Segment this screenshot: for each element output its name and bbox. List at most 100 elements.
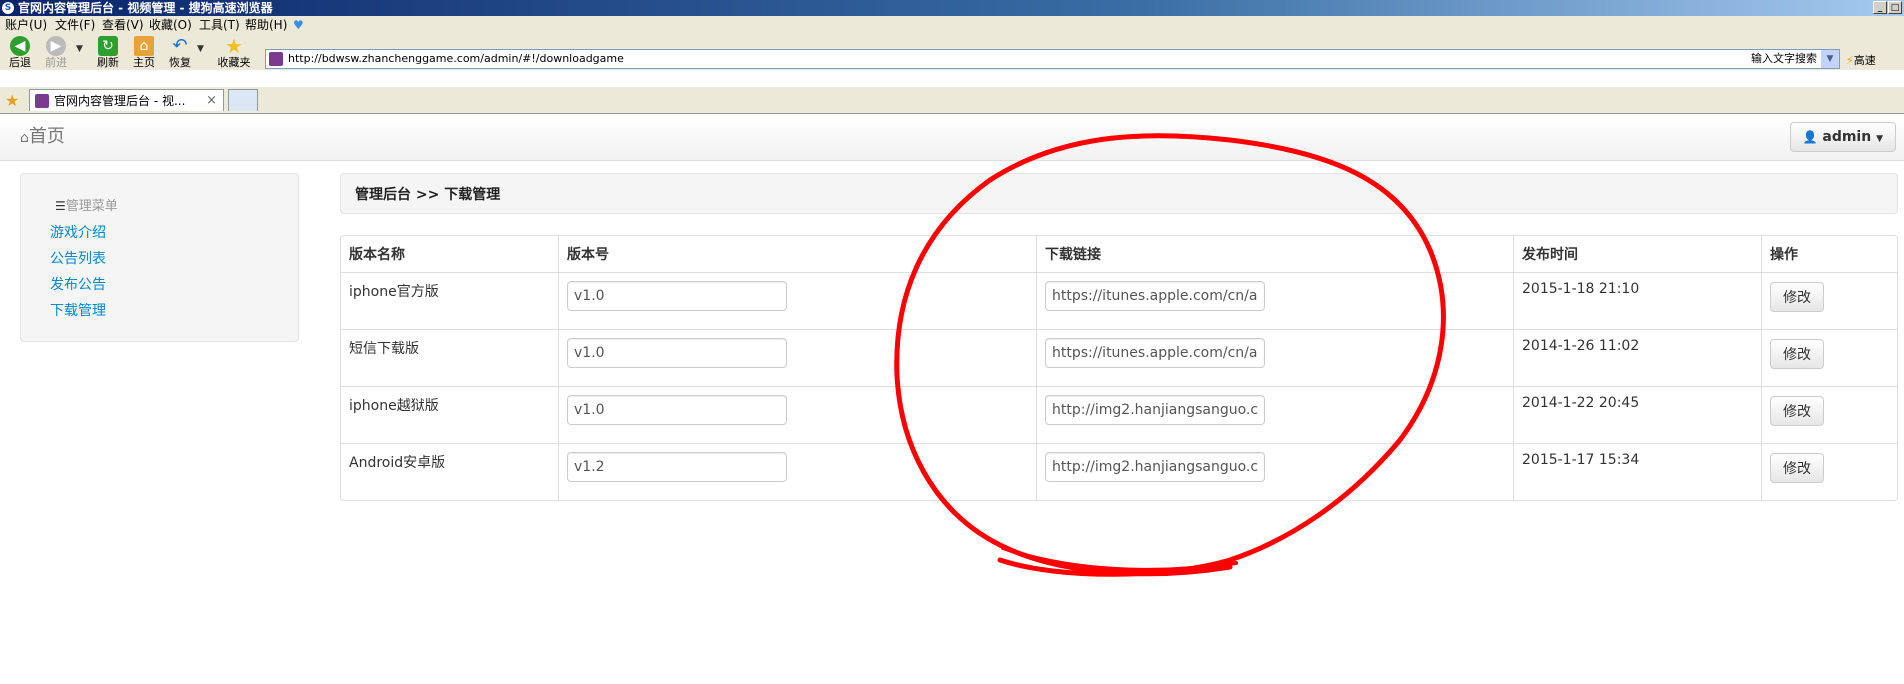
row-time: 2015-1-17 15:34 xyxy=(1513,443,1761,500)
menu-account[interactable]: 账户(U) xyxy=(5,16,47,34)
forward-arrow-icon: ▶ xyxy=(46,36,66,56)
table-row: 短信下载版 2014-1-26 11:02 修改 xyxy=(341,329,1897,386)
search-input[interactable]: 输入文字搜索 xyxy=(1751,50,1817,68)
row-action-cell: 修改 xyxy=(1761,272,1897,329)
forward-button[interactable]: ▶ 前进 xyxy=(40,36,72,70)
menu-tools[interactable]: 工具(T) xyxy=(199,16,240,34)
forward-label: 前进 xyxy=(45,56,67,69)
col-header-version: 版本号 xyxy=(558,236,1036,272)
menu-bar: 账户(U) 文件(F) 查看(V) 收藏(O) 工具(T) 帮助(H) ♥ xyxy=(0,16,1904,34)
home-label: 主页 xyxy=(133,56,155,69)
download-link-input[interactable] xyxy=(1045,395,1265,425)
row-action-cell: 修改 xyxy=(1761,386,1897,443)
edit-button[interactable]: 修改 xyxy=(1770,339,1824,369)
row-time: 2015-1-18 21:10 xyxy=(1513,272,1761,329)
menu-favorites[interactable]: 收藏(O) xyxy=(149,16,192,34)
sidebar-item-notice-list[interactable]: 公告列表 xyxy=(50,248,106,268)
table-row: Android安卓版 2015-1-17 15:34 修改 xyxy=(341,443,1897,500)
lightning-icon: ⚡ xyxy=(1846,54,1854,67)
app-navbar: ⌂首页 👤 admin ▼ xyxy=(0,114,1904,161)
new-tab-button[interactable] xyxy=(228,89,258,111)
refresh-icon: ↻ xyxy=(98,36,118,56)
forward-dropdown-icon[interactable]: ▼ xyxy=(76,44,83,54)
row-action-cell: 修改 xyxy=(1761,443,1897,500)
home-button[interactable]: ⌂ 主页 xyxy=(130,36,158,70)
download-link-input[interactable] xyxy=(1045,452,1265,482)
version-input[interactable] xyxy=(567,452,787,482)
menu-help[interactable]: 帮助(H) xyxy=(245,16,287,34)
sidebar-header: ☰管理菜单 xyxy=(55,195,118,214)
row-link-cell xyxy=(1036,329,1513,386)
annotation-stroke-tail xyxy=(1001,546,1238,572)
window-title-bar: S 官网内容管理后台 - 视频管理 - 搜狗高速浏览器 _ □ xyxy=(0,0,1904,16)
restore-dropdown-icon[interactable]: ▼ xyxy=(197,44,204,54)
version-input[interactable] xyxy=(567,395,787,425)
site-favicon-icon xyxy=(269,52,283,66)
restore-icon: ↶ xyxy=(172,35,188,56)
sidebar-item-download-manage[interactable]: 下载管理 xyxy=(50,300,106,320)
home-link[interactable]: ⌂首页 xyxy=(20,125,65,150)
row-time: 2014-1-22 20:45 xyxy=(1513,386,1761,443)
row-version-cell xyxy=(558,386,1036,443)
row-link-cell xyxy=(1036,443,1513,500)
sidebar-menu: ☰管理菜单 游戏介绍 公告列表 发布公告 下载管理 xyxy=(20,173,299,342)
favorites-star-icon[interactable]: ★ xyxy=(5,91,19,110)
row-link-cell xyxy=(1036,386,1513,443)
home-icon: ⌂ xyxy=(20,130,29,146)
back-label: 后退 xyxy=(9,56,31,69)
menu-file[interactable]: 文件(F) xyxy=(55,16,95,34)
user-icon: 👤 xyxy=(1802,130,1818,144)
restore-button[interactable]: ↶ 恢复 xyxy=(166,36,194,70)
breadcrumb: 管理后台 >> 下载管理 xyxy=(340,173,1898,214)
col-header-time: 发布时间 xyxy=(1513,236,1761,272)
home-link-label: 首页 xyxy=(28,126,65,147)
table-row: iphone官方版 2015-1-18 21:10 修改 xyxy=(341,272,1897,329)
download-link-input[interactable] xyxy=(1045,281,1265,311)
row-time: 2014-1-26 11:02 xyxy=(1513,329,1761,386)
list-icon: ☰ xyxy=(55,199,66,213)
edit-button[interactable]: 修改 xyxy=(1770,453,1824,483)
skin-icon[interactable]: ♥ xyxy=(293,16,304,34)
address-dropdown-icon[interactable]: ▼ xyxy=(1821,50,1839,68)
back-arrow-icon: ◀ xyxy=(10,36,30,56)
col-header-link: 下载链接 xyxy=(1036,236,1513,272)
row-name: iphone越狱版 xyxy=(341,386,558,443)
breadcrumb-text: 管理后台 >> 下载管理 xyxy=(355,187,501,203)
address-url[interactable]: http://bdwsw.zhanchenggame.com/admin/#!/… xyxy=(288,50,624,68)
refresh-button[interactable]: ↻ 刷新 xyxy=(94,36,122,70)
minimize-button[interactable]: _ xyxy=(1873,1,1887,14)
sidebar-item-publish-notice[interactable]: 发布公告 xyxy=(50,274,106,294)
row-name: iphone官方版 xyxy=(341,272,558,329)
star-icon: ★ xyxy=(225,34,243,58)
edit-button[interactable]: 修改 xyxy=(1770,282,1824,312)
speed-label: 高速 xyxy=(1853,54,1876,67)
row-version-cell xyxy=(558,329,1036,386)
maximize-button[interactable]: □ xyxy=(1888,1,1902,14)
user-name: admin xyxy=(1822,129,1872,145)
download-table: 版本名称 版本号 下载链接 发布时间 操作 iphone官方版 2015-1-1… xyxy=(340,235,1898,501)
sidebar-header-label: 管理菜单 xyxy=(65,199,118,214)
sidebar-item-game-intro[interactable]: 游戏介绍 xyxy=(50,222,106,242)
tab-bar: ★ 官网内容管理后台 - 视... × xyxy=(0,87,1904,114)
menu-view[interactable]: 查看(V) xyxy=(102,16,144,34)
favorites-label: 收藏夹 xyxy=(217,56,251,69)
active-tab[interactable]: 官网内容管理后台 - 视... × xyxy=(29,89,224,111)
back-button[interactable]: ◀ 后退 xyxy=(6,36,34,70)
row-action-cell: 修改 xyxy=(1761,329,1897,386)
speed-mode-button[interactable]: ⚡高速 xyxy=(1846,52,1876,68)
col-header-action: 操作 xyxy=(1761,236,1897,272)
refresh-label: 刷新 xyxy=(97,56,119,69)
favorites-button[interactable]: ★ 收藏夹 xyxy=(214,36,254,70)
address-bar[interactable]: http://bdwsw.zhanchenggame.com/admin/#!/… xyxy=(265,49,1840,69)
version-input[interactable] xyxy=(567,281,787,311)
tab-title: 官网内容管理后台 - 视... xyxy=(54,94,186,108)
user-menu-button[interactable]: 👤 admin ▼ xyxy=(1789,122,1896,152)
edit-button[interactable]: 修改 xyxy=(1770,396,1824,426)
row-version-cell xyxy=(558,272,1036,329)
row-version-cell xyxy=(558,443,1036,500)
browser-logo-icon: S xyxy=(2,2,14,14)
close-tab-icon[interactable]: × xyxy=(206,90,217,112)
version-input[interactable] xyxy=(567,338,787,368)
download-link-input[interactable] xyxy=(1045,338,1265,368)
row-name: Android安卓版 xyxy=(341,443,558,500)
